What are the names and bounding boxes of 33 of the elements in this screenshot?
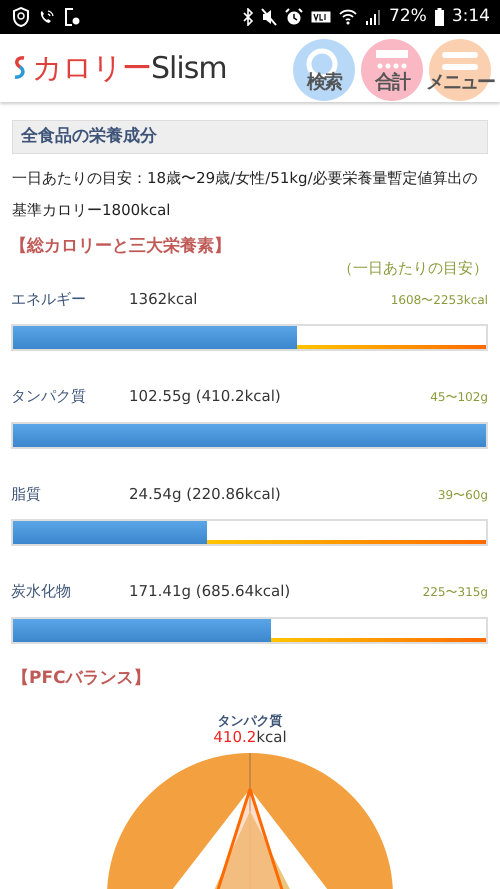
nutrient-name: タンパク質 (11, 386, 87, 407)
alarm-icon (285, 8, 304, 26)
axis-label: タンパク質 (218, 715, 282, 729)
bluetooth-icon (243, 8, 254, 26)
nutrient-amount: 102.55g (410.2kcal) (129, 386, 281, 407)
nutrient-name: 脂質 (11, 484, 42, 504)
nutrient-name: 炭水化物 (11, 581, 72, 602)
recommended-range: 225〜315g (422, 584, 488, 601)
wifi-icon (339, 9, 358, 25)
menu-button[interactable]: メニュー (428, 36, 492, 100)
reference-label: （一日あたりの目安） (337, 258, 488, 279)
nutrient-name: エネルギー (11, 288, 87, 310)
clock-time: 3:14 (452, 5, 490, 28)
wifi-calling-icon (38, 8, 56, 26)
mute-icon (261, 8, 278, 26)
recommended-range: 45〜102g (430, 389, 488, 406)
recommended-range: 39〜60g (438, 486, 488, 504)
section-heading: 【PFCバランス】 (12, 666, 152, 690)
site-logo: カロリーSlism (12, 46, 227, 90)
signal-icon (365, 9, 382, 25)
section-title: 全食品の栄養成分 (12, 120, 488, 154)
shield-icon (12, 7, 30, 27)
search-button[interactable]: 検索 (292, 36, 356, 100)
axis-value: 410.2kcal (213, 729, 287, 745)
section-heading: 【総カロリーと三大栄養素】 (10, 234, 232, 258)
battery-percent: 72% (389, 5, 427, 28)
daily-guideline-text: 一日あたりの目安：18歳〜29歳/女性/51kg/必要栄養量暫定値算出の基準カロリー1800kcal (12, 168, 479, 220)
battery-icon (434, 8, 444, 26)
nutrient-amount: 24.54g (220.86kcal) (129, 484, 281, 504)
nutrient-amount: 1362kcal (129, 288, 198, 310)
recommended-range: 1608〜2253kcal (390, 292, 488, 308)
nutrient-amount: 171.41g (685.64kcal) (129, 581, 290, 602)
total-button[interactable]: 合計 (360, 36, 424, 100)
